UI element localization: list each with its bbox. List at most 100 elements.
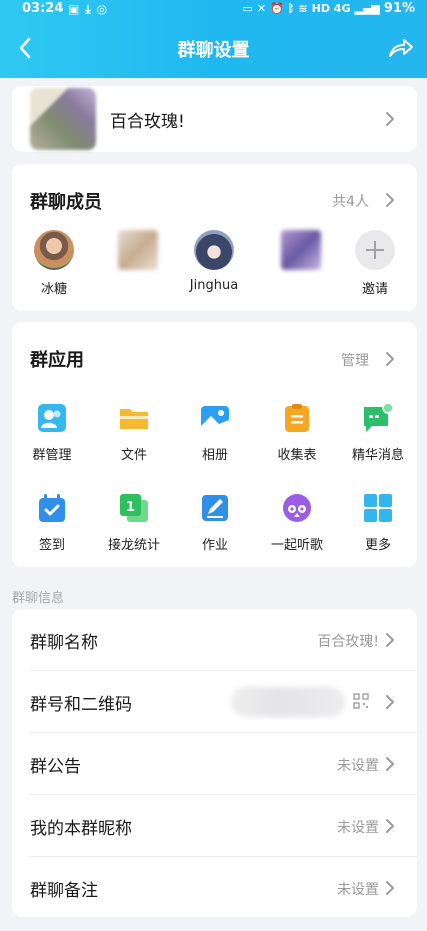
qrcode-icon <box>353 693 369 709</box>
app-label: 收集表 <box>277 448 317 463</box>
chevron-right-icon <box>385 880 395 896</box>
app-listen-together[interactable]: 一起听歌 <box>261 492 333 553</box>
row-label: 我的本群昵称 <box>30 819 132 839</box>
member-name <box>106 278 170 294</box>
row-group-remark[interactable]: 群聊备注 未设置 <box>12 857 417 919</box>
checkin-icon <box>36 492 68 524</box>
group-profile-card[interactable]: 百合玫瑰! <box>12 86 417 152</box>
app-highlight-messages[interactable]: 精华消息 <box>342 402 414 463</box>
app-label: 作业 <box>201 538 228 553</box>
chevron-right-icon <box>385 818 395 834</box>
row-label: 群公告 <box>30 757 81 777</box>
app-label: 一起听歌 <box>270 538 323 553</box>
apps-title: 群应用 <box>30 350 84 371</box>
homework-icon <box>199 492 231 524</box>
members-count[interactable]: 共4人 <box>332 191 369 211</box>
member-avatar <box>118 230 158 270</box>
member-avatar <box>34 230 74 270</box>
image-icon: ▣ <box>68 2 86 16</box>
chevron-right-icon[interactable] <box>385 351 395 367</box>
invite-member-button[interactable]: 邀请 <box>343 230 407 297</box>
group-apps-card: 群应用 管理 群管理 文件 相册 收集表 精华消息 签到 1 接龙统计 作业 一… <box>12 322 417 567</box>
row-group-name[interactable]: 群聊名称 百合玫瑰! <box>12 609 417 671</box>
card-icon: ▭ <box>242 2 253 15</box>
row-group-number-qrcode[interactable]: 群号和二维码 <box>12 671 417 733</box>
plus-icon <box>355 230 395 270</box>
row-value: 未设置 <box>337 758 379 774</box>
app-checkin[interactable]: 签到 <box>16 492 88 553</box>
svg-text:1: 1 <box>126 500 135 515</box>
group-name: 百合玫瑰! <box>110 112 185 132</box>
group-manage-icon <box>36 402 68 434</box>
member-name <box>269 278 333 294</box>
status-bar: 03:24 ▣⤓◎ ▭ ✕ ⏰ ᛒ ≋ HD 4G ▂▄▆ 91% <box>0 0 427 18</box>
row-label: 群聊名称 <box>30 633 98 653</box>
chevron-right-icon <box>385 111 395 127</box>
highlight-message-icon <box>362 402 394 434</box>
member-name: 冰糖 <box>40 282 67 297</box>
row-my-nickname[interactable]: 我的本群昵称 未设置 <box>12 795 417 857</box>
row-label: 群聊备注 <box>30 881 98 901</box>
app-label: 签到 <box>38 538 65 553</box>
app-label: 接龙统计 <box>107 538 160 553</box>
row-label: 群号和二维码 <box>30 695 132 715</box>
row-value: 未设置 <box>337 882 379 898</box>
album-icon <box>199 402 231 434</box>
row-value: 未设置 <box>337 820 379 836</box>
member-item[interactable] <box>269 230 333 294</box>
clipboard-icon <box>281 402 313 434</box>
row-group-announcement[interactable]: 群公告 未设置 <box>12 733 417 795</box>
group-info-card: 群聊名称 百合玫瑰! 群号和二维码 群公告 未设置 我的本群昵称 未设置 群聊备… <box>12 609 417 917</box>
members-title: 群聊成员 <box>30 192 102 213</box>
page-title: 群聊设置 <box>177 40 250 61</box>
top-bar: 03:24 ▣⤓◎ ▭ ✕ ⏰ ᛒ ≋ HD 4G ▂▄▆ 91% 群聊设置 <box>0 0 427 78</box>
network-label: HD 4G <box>311 2 351 15</box>
apps-manage-link[interactable]: 管理 <box>341 350 369 370</box>
member-avatar <box>194 230 234 270</box>
app-files[interactable]: 文件 <box>98 402 170 463</box>
bluetooth-icon: ᛒ <box>287 2 295 15</box>
app-label: 更多 <box>364 538 391 553</box>
app-label: 精华消息 <box>351 448 404 463</box>
target-icon: ◎ <box>96 2 114 16</box>
alarm-icon: ⏰ <box>270 2 284 15</box>
chevron-right-icon[interactable] <box>385 192 395 208</box>
relay-count-icon: 1 <box>118 492 150 524</box>
app-label: 文件 <box>120 448 147 463</box>
row-value: 百合玫瑰! <box>317 634 379 650</box>
listen-together-icon <box>281 492 313 524</box>
nav-bar: 群聊设置 <box>0 28 427 68</box>
member-avatar <box>281 230 321 270</box>
invite-label: 邀请 <box>361 282 388 297</box>
app-group-manage[interactable]: 群管理 <box>16 402 88 463</box>
wifi-icon: ≋ <box>298 2 308 15</box>
chevron-right-icon <box>385 694 395 710</box>
app-collection-form[interactable]: 收集表 <box>261 402 333 463</box>
more-grid-icon <box>362 492 394 524</box>
member-item[interactable]: 冰糖 <box>22 230 86 297</box>
app-more[interactable]: 更多 <box>342 492 414 553</box>
member-item[interactable]: Jinghua <box>182 230 246 294</box>
member-item[interactable] <box>106 230 170 294</box>
x-icon: ✕ <box>256 2 267 15</box>
member-name: Jinghua <box>189 278 239 293</box>
app-homework[interactable]: 作业 <box>179 492 251 553</box>
chevron-right-icon <box>385 756 395 772</box>
download-icon: ⤓ <box>85 2 97 16</box>
status-time: 03:24 <box>22 1 64 16</box>
group-number-blurred <box>231 687 345 717</box>
section-label-group-info: 群聊信息 <box>12 591 65 606</box>
battery-label: 91% <box>383 1 415 16</box>
share-icon[interactable] <box>387 34 415 62</box>
group-members-card: 群聊成员 共4人 冰糖 Jinghua 邀请 <box>12 164 417 311</box>
app-relay-count[interactable]: 1 接龙统计 <box>98 492 170 553</box>
status-left-icons: ▣⤓◎ <box>68 0 113 18</box>
status-right: ▭ ✕ ⏰ ᛒ ≋ HD 4G ▂▄▆ 91% <box>242 0 415 18</box>
app-label: 群管理 <box>32 448 72 463</box>
app-album[interactable]: 相册 <box>179 402 251 463</box>
signal-icon: ▂▄▆ <box>354 2 380 15</box>
folder-icon <box>118 402 150 434</box>
chevron-right-icon <box>385 632 395 648</box>
group-avatar <box>30 88 96 150</box>
app-label: 相册 <box>201 448 228 463</box>
